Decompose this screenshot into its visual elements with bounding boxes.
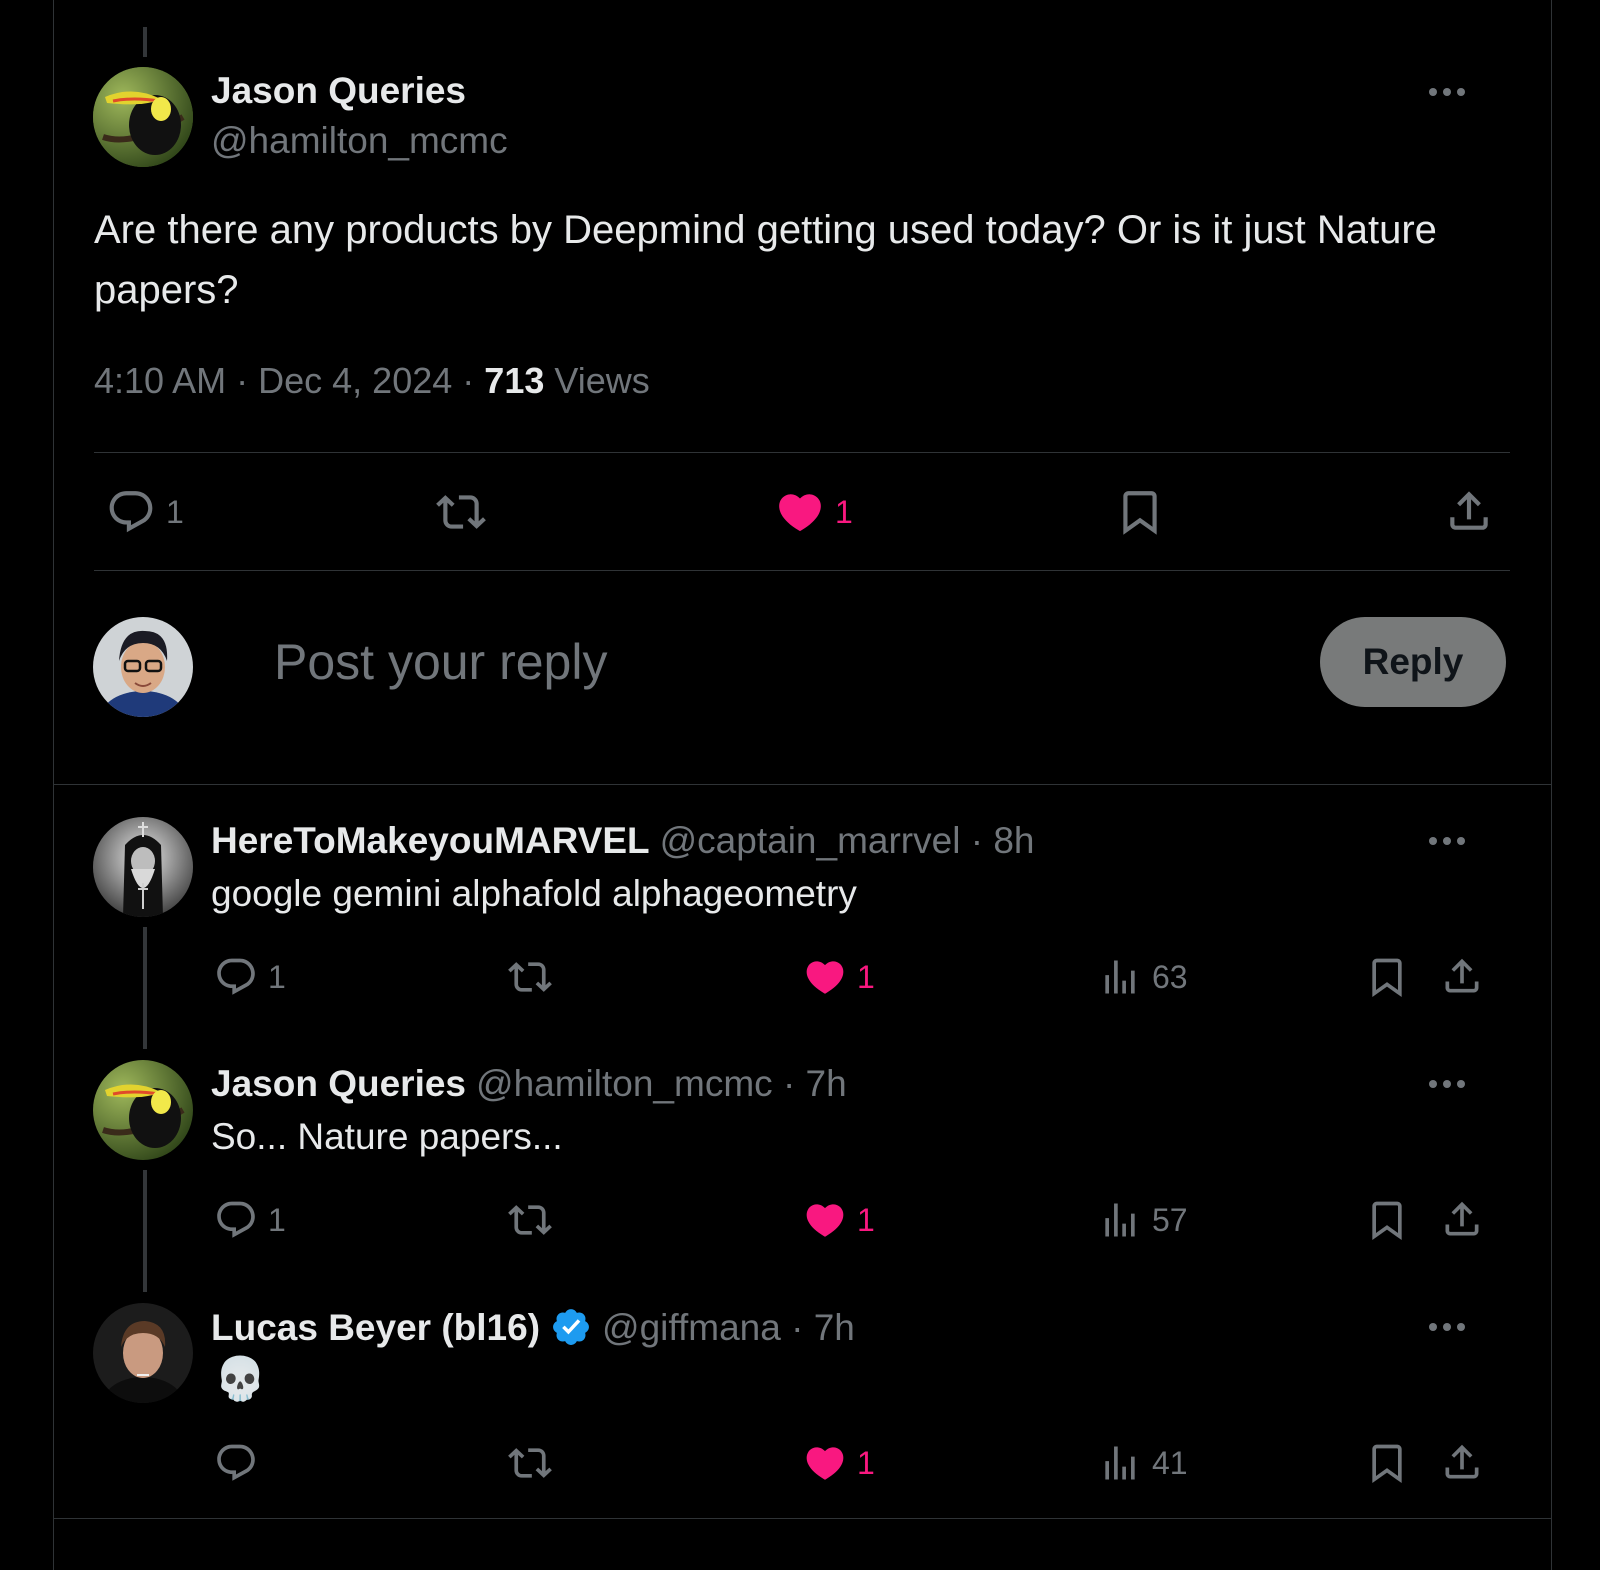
user-avatar[interactable]	[93, 617, 193, 717]
thread-connector	[143, 927, 147, 1049]
like-icon	[803, 1198, 847, 1242]
like-action[interactable]: 1	[775, 487, 853, 537]
bookmark-action[interactable]	[1365, 1196, 1409, 1244]
like-action[interactable]: 1	[803, 955, 875, 999]
share-action[interactable]	[1444, 485, 1494, 537]
avatar[interactable]	[93, 1303, 193, 1403]
divider	[54, 1518, 1551, 1519]
reply-icon	[214, 1441, 258, 1485]
bookmark-action[interactable]	[1365, 953, 1409, 1001]
more-icon[interactable]	[1427, 821, 1467, 861]
share-action[interactable]	[1440, 1439, 1484, 1485]
reply-input[interactable]: Post your reply	[274, 625, 1334, 699]
divider	[94, 452, 1510, 453]
reply-button[interactable]: Reply	[1320, 617, 1506, 707]
post-time[interactable]: 4:10 AM	[94, 360, 226, 401]
post-date[interactable]: Dec 4, 2024	[258, 360, 452, 401]
post-time[interactable]: 8h	[993, 820, 1034, 861]
more-icon[interactable]	[1427, 72, 1467, 112]
author-name[interactable]: Lucas Beyer (bl16)	[211, 1307, 540, 1348]
bookmark-action[interactable]	[1365, 1439, 1409, 1487]
share-icon	[1440, 1439, 1484, 1485]
repost-icon	[506, 955, 554, 999]
post-text: Are there any products by Deepmind getti…	[94, 208, 1437, 312]
avatar[interactable]	[93, 67, 193, 167]
more-icon[interactable]	[1427, 1307, 1467, 1347]
views-icon	[1098, 1441, 1142, 1485]
author-handle[interactable]: @captain_marrvel	[660, 820, 961, 861]
views-icon	[1098, 1198, 1142, 1242]
reply-action[interactable]	[214, 1441, 268, 1485]
divider	[54, 784, 1551, 785]
reply-header: Lucas Beyer (bl16) @giffmana · 7h	[211, 1306, 855, 1348]
author-name[interactable]: Jason Queries	[211, 1063, 466, 1104]
like-icon	[803, 1441, 847, 1485]
like-icon	[803, 955, 847, 999]
divider	[94, 570, 1510, 571]
reply-icon	[106, 487, 156, 537]
like-action[interactable]: 1	[803, 1441, 875, 1485]
author-handle[interactable]: @giffmana	[602, 1307, 781, 1348]
more-icon[interactable]	[1427, 1064, 1467, 1104]
avatar[interactable]	[93, 1060, 193, 1160]
author-name[interactable]: HereToMakeyouMARVEL	[211, 820, 650, 861]
share-action[interactable]	[1440, 1196, 1484, 1242]
bookmark-icon	[1365, 1439, 1409, 1487]
views-label: Views	[554, 360, 650, 401]
reply-header: Jason Queries @hamilton_mcmc · 7h	[211, 1063, 847, 1104]
avatar[interactable]	[93, 817, 193, 917]
bookmark-icon	[1365, 953, 1409, 1001]
author-handle[interactable]: @hamilton_mcmc	[211, 120, 508, 162]
views-count: 713	[484, 360, 545, 401]
share-action[interactable]	[1440, 953, 1484, 999]
views-icon	[1098, 955, 1142, 999]
repost-action[interactable]	[506, 1441, 554, 1485]
share-icon	[1440, 1196, 1484, 1242]
author-handle[interactable]: @hamilton_mcmc	[476, 1063, 773, 1104]
post-time[interactable]: 7h	[806, 1063, 847, 1104]
reply-action[interactable]: 1	[106, 487, 184, 537]
bookmark-icon	[1365, 1196, 1409, 1244]
repost-icon	[434, 487, 488, 537]
repost-icon	[506, 1441, 554, 1485]
reply-text: So... Nature papers...	[211, 1116, 563, 1157]
like-action[interactable]: 1	[803, 1198, 875, 1242]
like-icon	[775, 487, 825, 537]
views-action[interactable]: 63	[1098, 955, 1188, 999]
verified-icon	[550, 1306, 592, 1348]
conversation-column: Jason Queries @hamilton_mcmc Are there a…	[53, 0, 1552, 1570]
reply-action[interactable]: 1	[214, 955, 286, 999]
reply-text: 💀	[214, 1355, 267, 1402]
share-icon	[1440, 953, 1484, 999]
repost-action[interactable]	[506, 1198, 554, 1242]
reply-icon	[214, 1198, 258, 1242]
bookmark-icon	[1115, 485, 1165, 539]
reply-header: HereToMakeyouMARVEL @captain_marrvel · 8h	[211, 820, 1035, 861]
views-action[interactable]: 41	[1098, 1441, 1188, 1485]
views-action[interactable]: 57	[1098, 1198, 1188, 1242]
share-icon	[1444, 485, 1494, 537]
repost-action[interactable]	[434, 487, 488, 537]
author-name[interactable]: Jason Queries	[211, 70, 466, 112]
thread-connector	[143, 27, 147, 57]
post-meta: 4:10 AM · Dec 4, 2024 · 713 Views	[94, 360, 650, 401]
reply-text: google gemini alphafold alphageometry	[211, 873, 857, 914]
post-time[interactable]: 7h	[814, 1307, 855, 1348]
reply-action[interactable]: 1	[214, 1198, 286, 1242]
repost-action[interactable]	[506, 955, 554, 999]
bookmark-action[interactable]	[1115, 485, 1165, 539]
thread-connector	[143, 1170, 147, 1292]
reply-icon	[214, 955, 258, 999]
repost-icon	[506, 1198, 554, 1242]
